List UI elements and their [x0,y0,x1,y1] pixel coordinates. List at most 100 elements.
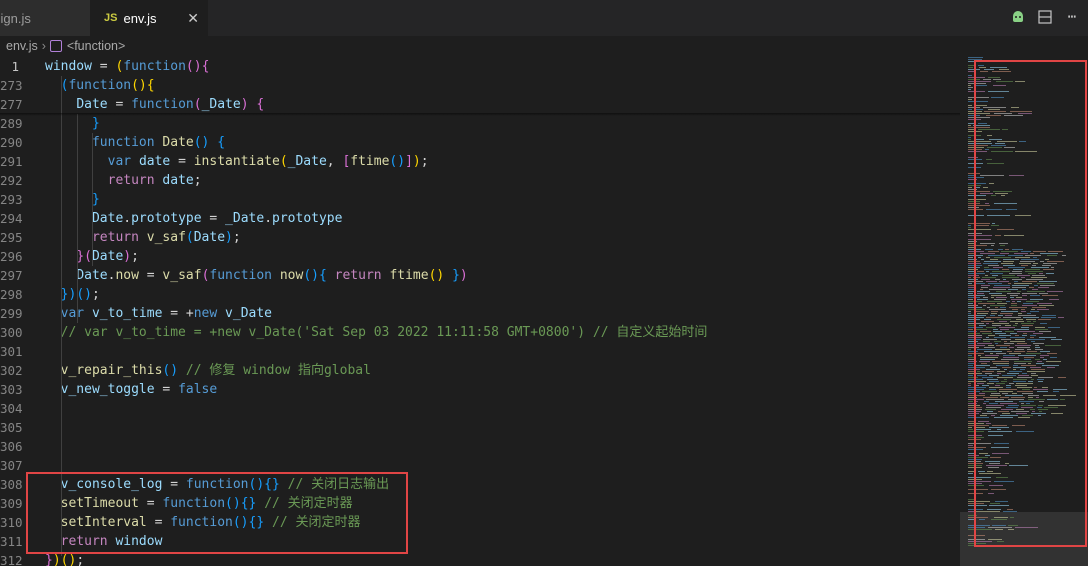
code-line[interactable]: 304 [0,399,960,418]
code-line[interactable]: 273 (function(){ [0,76,960,95]
code-line[interactable]: 296 }(Date); [0,247,960,266]
code-token: return [334,268,382,283]
minimap-line [968,401,973,402]
code-line[interactable]: 302 v_repair_this() // 修复 window 指向globa… [0,361,960,380]
code-token: ( [84,249,92,264]
code-text: return date; [45,171,202,190]
line-number: 290 [0,135,23,150]
minimap-line [968,75,972,76]
breadcrumb-file[interactable]: env.js [6,39,38,53]
code-token: var [107,154,132,169]
code-line[interactable]: 294 Date.prototype = _Date.prototype [0,209,960,228]
annotation-highlight-minimap [974,60,1087,547]
code-line[interactable]: 298 })(); [0,285,960,304]
line-number: 303 [0,382,23,397]
code-line[interactable]: 301 [0,342,960,361]
code-token: prototype [131,211,202,226]
code-token: v_to_time [91,306,163,321]
code-line[interactable]: 295 return v_saf(Date); [0,228,960,247]
line-number: 277 [0,97,23,112]
minimap-line [968,225,971,226]
line-number: 307 [0,458,23,473]
minimap-line [968,109,972,110]
editor-actions: ⋯ [1010,8,1080,26]
code-line[interactable]: 300 // var v_to_time = +new v_Date('Sat … [0,323,960,342]
line-number: 310 [0,515,23,530]
minimap-line [968,67,973,68]
code-token: { [256,97,265,112]
minimap-line [968,283,972,284]
line-number: 296 [0,249,23,264]
code-token: () [193,135,210,150]
code-token: = [201,211,226,226]
editor-tab-bar: sign.js JS env.js ✕ ⋯ [0,0,1088,36]
split-editor-icon[interactable] [1037,8,1053,26]
code-token: ftime [350,154,390,169]
code-token: var [60,306,85,321]
code-token: { [146,78,155,93]
minimap-line [968,313,971,314]
line-number: 292 [0,173,23,188]
minimap-line [968,139,971,140]
javascript-file-icon: JS [104,12,118,24]
code-text: })(); [45,285,100,304]
breadcrumb: env.js › <function> [0,36,1088,56]
code-line[interactable]: 293 } [0,190,960,209]
code-line[interactable]: 306 [0,437,960,456]
code-token: v_saf [162,268,202,283]
minimap-line [968,227,971,228]
code-token: { [217,135,226,150]
line-number: 295 [0,230,23,245]
code-line[interactable]: 305 [0,418,960,437]
code-line[interactable]: 299 var v_to_time = +new v_Date [0,304,960,323]
code-line[interactable]: 292 return date; [0,171,960,190]
code-token: ; [420,154,429,169]
code-token: date [138,154,171,169]
code-text: Date.now = v_saf(function now(){ return … [45,266,467,285]
code-token: // var v_to_time = +new v_Date('Sat Sep … [60,325,708,340]
code-line[interactable]: 290 function Date() { [0,133,960,152]
code-text: var v_to_time = +new v_Date [45,304,272,323]
code-token: v_new_toggle [60,382,155,397]
chevron-right-icon: › [41,39,46,53]
code-text: v_repair_this() // 修复 window 指向global [45,361,371,380]
line-number: 304 [0,401,23,416]
code-token: v_Date [225,306,273,321]
code-line[interactable]: 291 var date = instantiate(_Date, [ftime… [0,152,960,171]
breadcrumb-symbol[interactable]: <function> [67,39,125,53]
code-text: // var v_to_time = +new v_Date('Sat Sep … [45,323,708,342]
close-icon[interactable]: ✕ [187,10,199,27]
minimap-line [968,299,973,300]
code-line[interactable]: 289 } [0,114,960,133]
tab-sign-js[interactable]: sign.js [0,0,90,36]
code-token: ] [405,154,413,169]
tab-env-js[interactable]: JS env.js ✕ [90,0,208,36]
code-token: function [209,268,273,283]
line-number: 302 [0,363,23,378]
code-token: . [264,211,273,226]
code-line[interactable]: 297 Date.now = v_saf(function now(){ ret… [0,266,960,285]
minimap-line [968,365,973,366]
minimap-line [968,311,971,312]
code-line[interactable]: 303 v_new_toggle = false [0,380,960,399]
code-token: () [60,553,77,566]
code-line[interactable]: 1 window = (function(){ [0,57,960,76]
line-number: 306 [0,439,23,454]
run-icon[interactable] [1010,8,1026,26]
code-token: ( [279,154,288,169]
more-actions-icon[interactable]: ⋯ [1064,8,1080,26]
code-token: Date [193,230,226,245]
code-token: () [303,268,319,283]
line-number: 293 [0,192,23,207]
code-line[interactable]: 277 Date = function(_Date) { [0,95,960,114]
code-token: ( [193,97,202,112]
code-token: = [138,268,163,283]
line-number: 291 [0,154,23,169]
